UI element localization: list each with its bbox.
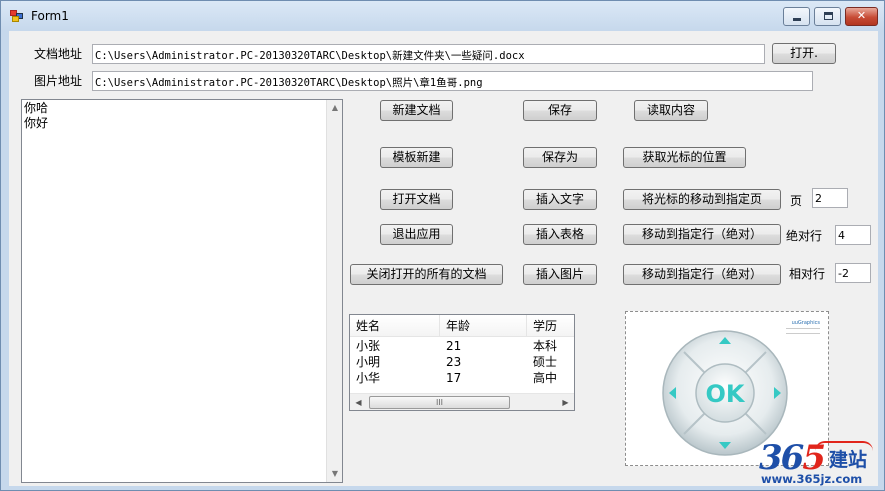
save-as-button[interactable]: 保存为	[523, 147, 597, 168]
absolute-line-input[interactable]: 4	[835, 225, 871, 245]
move-cursor-to-page-button[interactable]: 将光标的移动到指定页	[623, 189, 781, 210]
read-content-button[interactable]: 读取内容	[634, 100, 708, 121]
cell-name: 小华	[356, 371, 381, 385]
site-watermark: 365 建站 www.365jz.com	[755, 438, 881, 487]
scroll-up-icon[interactable]: ▲	[327, 100, 343, 116]
cell-education: 本科	[533, 339, 558, 353]
img-path-label: 图片地址	[34, 74, 83, 88]
absolute-line-label: 绝对行	[786, 229, 823, 243]
cell-age: 21	[446, 339, 462, 353]
img-path-input[interactable]: C:\Users\Administrator.PC-20130320TARC\D…	[92, 71, 813, 91]
editor-line: 你哈	[24, 101, 49, 115]
open-document-button[interactable]: 打开文档	[380, 189, 453, 210]
app-icon	[10, 10, 24, 22]
watermark-url: www.365jz.com	[761, 472, 863, 486]
close-icon: ✕	[856, 9, 867, 22]
template-new-button[interactable]: 模板新建	[380, 147, 453, 168]
page-label: 页	[790, 194, 803, 208]
column-header-age[interactable]: 年龄	[440, 315, 527, 337]
column-header-education[interactable]: 学历	[527, 315, 574, 337]
scroll-left-icon[interactable]: ◀	[350, 394, 367, 410]
get-cursor-position-button[interactable]: 获取光标的位置	[623, 147, 746, 168]
brand-logo: uuGraphics	[791, 320, 820, 326]
open-button[interactable]: 打开.	[772, 43, 836, 64]
close-all-documents-button[interactable]: 关闭打开的所有的文档	[350, 264, 503, 285]
doc-path-label: 文档地址	[34, 47, 83, 61]
scroll-down-icon[interactable]: ▼	[327, 466, 343, 482]
list-item[interactable]: 小明 23 硕士	[350, 355, 574, 370]
brand-lines	[786, 328, 820, 334]
insert-text-button[interactable]: 插入文字	[523, 189, 597, 210]
column-header-name[interactable]: 姓名	[350, 315, 440, 337]
form-client-area: 文档地址 C:\Users\Administrator.PC-20130320T…	[9, 31, 878, 486]
relative-line-label: 相对行	[789, 267, 826, 281]
editor-line: 你好	[24, 116, 49, 130]
cell-age: 23	[446, 355, 462, 369]
list-item[interactable]: 小华 17 高中	[350, 371, 574, 386]
cell-name: 小张	[356, 339, 381, 353]
scroll-thumb[interactable]: III	[369, 396, 510, 409]
cell-education: 硕士	[533, 355, 558, 369]
new-document-button[interactable]: 新建文档	[380, 100, 453, 121]
cell-age: 17	[446, 371, 462, 385]
cell-name: 小明	[356, 355, 381, 369]
exit-app-button[interactable]: 退出应用	[380, 224, 453, 245]
list-item[interactable]: 小张 21 本科	[350, 339, 574, 354]
window-title: Form1	[31, 9, 69, 23]
move-to-line-absolute-button[interactable]: 移动到指定行（绝对）	[623, 224, 781, 245]
list-header: 姓名 年龄 学历	[350, 315, 574, 337]
doc-path-input[interactable]: C:\Users\Administrator.PC-20130320TARC\D…	[92, 44, 765, 64]
minimize-button[interactable]	[783, 7, 810, 26]
list-horizontal-scrollbar[interactable]: ◀ III ▶	[350, 393, 574, 410]
title-bar[interactable]: Form1 ✕	[1, 1, 884, 31]
main-window: Form1 ✕ 文档地址 C:\Users\Administrator.PC-2…	[0, 0, 885, 491]
editor-vertical-scrollbar[interactable]: ▲ ▼	[326, 100, 342, 482]
close-button[interactable]: ✕	[845, 7, 878, 26]
student-list-view[interactable]: 姓名 年龄 学历 小张 21 本科 小明 23 硕士 小华 17 高中 ◀ II	[349, 314, 575, 411]
relative-line-input[interactable]: -2	[835, 263, 871, 283]
cell-education: 高中	[533, 371, 558, 385]
minimize-icon	[793, 18, 801, 21]
ok-label: OK	[706, 380, 746, 408]
maximize-button[interactable]	[814, 7, 841, 26]
page-number-input[interactable]: 2	[812, 188, 848, 208]
scroll-right-icon[interactable]: ▶	[557, 394, 574, 410]
maximize-icon	[824, 12, 833, 20]
insert-image-button[interactable]: 插入图片	[523, 264, 597, 285]
save-button[interactable]: 保存	[523, 100, 597, 121]
insert-table-button[interactable]: 插入表格	[523, 224, 597, 245]
editor-textbox[interactable]: 你哈 你好 ▲ ▼	[21, 99, 343, 483]
move-to-line-relative-button[interactable]: 移动到指定行（绝对）	[623, 264, 781, 285]
watermark-cn: 建站	[829, 449, 868, 471]
